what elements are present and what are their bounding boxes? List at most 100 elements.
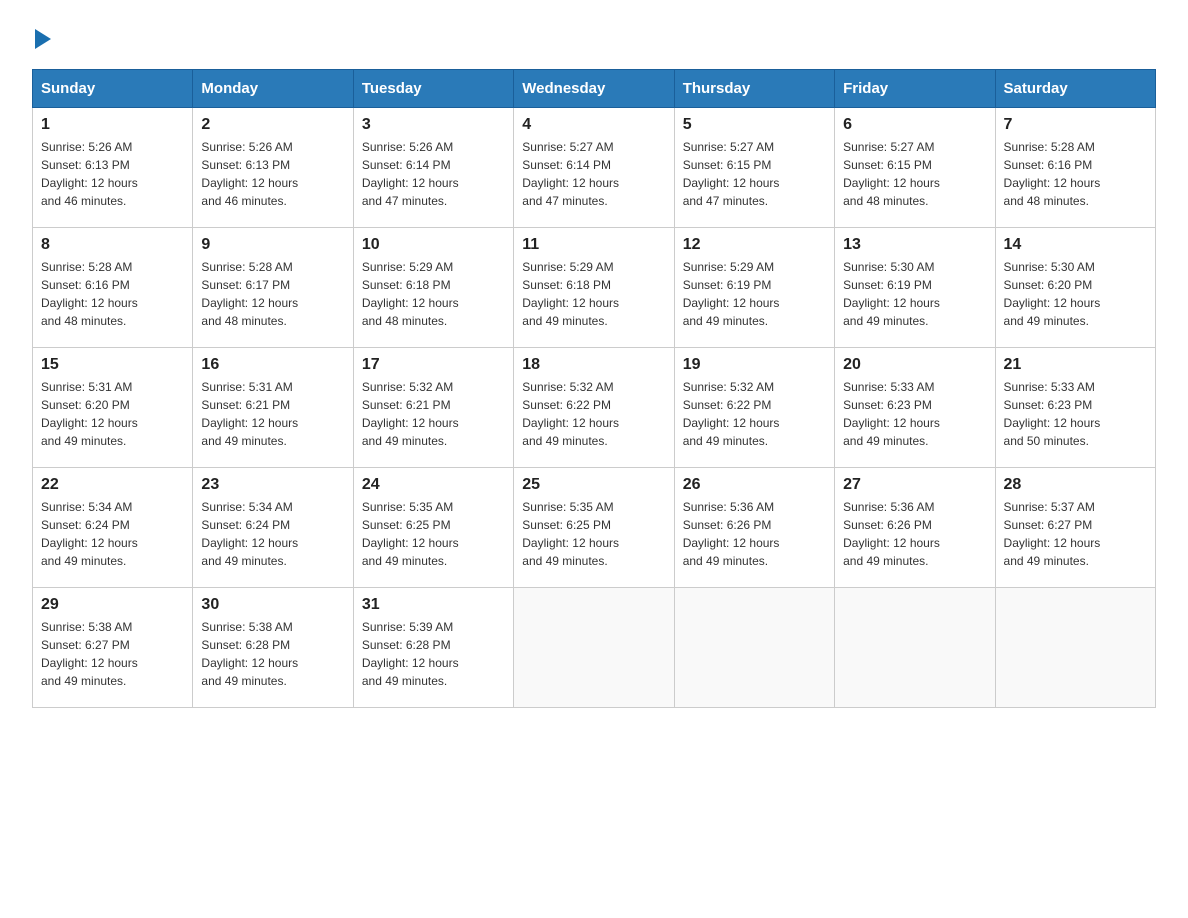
- calendar-cell: 2 Sunrise: 5:26 AMSunset: 6:13 PMDayligh…: [193, 108, 353, 228]
- calendar-week-row: 22 Sunrise: 5:34 AMSunset: 6:24 PMDaylig…: [33, 468, 1156, 588]
- calendar-cell: 20 Sunrise: 5:33 AMSunset: 6:23 PMDaylig…: [835, 348, 995, 468]
- day-number: 31: [362, 596, 505, 614]
- calendar-cell: 11 Sunrise: 5:29 AMSunset: 6:18 PMDaylig…: [514, 228, 674, 348]
- day-number: 5: [683, 116, 826, 134]
- day-number: 6: [843, 116, 986, 134]
- logo-arrow-icon: [35, 29, 51, 49]
- day-number: 11: [522, 236, 665, 254]
- day-info: Sunrise: 5:27 AMSunset: 6:14 PMDaylight:…: [522, 140, 619, 208]
- day-info: Sunrise: 5:39 AMSunset: 6:28 PMDaylight:…: [362, 620, 459, 688]
- calendar-week-row: 29 Sunrise: 5:38 AMSunset: 6:27 PMDaylig…: [33, 588, 1156, 708]
- day-number: 30: [201, 596, 344, 614]
- calendar-cell: 14 Sunrise: 5:30 AMSunset: 6:20 PMDaylig…: [995, 228, 1155, 348]
- day-number: 3: [362, 116, 505, 134]
- calendar-cell: 18 Sunrise: 5:32 AMSunset: 6:22 PMDaylig…: [514, 348, 674, 468]
- day-info: Sunrise: 5:35 AMSunset: 6:25 PMDaylight:…: [522, 500, 619, 568]
- calendar-header-sunday: Sunday: [33, 70, 193, 108]
- calendar-cell: 4 Sunrise: 5:27 AMSunset: 6:14 PMDayligh…: [514, 108, 674, 228]
- calendar-cell: 1 Sunrise: 5:26 AMSunset: 6:13 PMDayligh…: [33, 108, 193, 228]
- calendar-cell: 23 Sunrise: 5:34 AMSunset: 6:24 PMDaylig…: [193, 468, 353, 588]
- day-info: Sunrise: 5:28 AMSunset: 6:16 PMDaylight:…: [41, 260, 138, 328]
- calendar-cell: 5 Sunrise: 5:27 AMSunset: 6:15 PMDayligh…: [674, 108, 834, 228]
- day-info: Sunrise: 5:27 AMSunset: 6:15 PMDaylight:…: [683, 140, 780, 208]
- day-info: Sunrise: 5:36 AMSunset: 6:26 PMDaylight:…: [683, 500, 780, 568]
- day-info: Sunrise: 5:38 AMSunset: 6:28 PMDaylight:…: [201, 620, 298, 688]
- day-info: Sunrise: 5:29 AMSunset: 6:18 PMDaylight:…: [522, 260, 619, 328]
- day-number: 8: [41, 236, 184, 254]
- calendar-cell: 8 Sunrise: 5:28 AMSunset: 6:16 PMDayligh…: [33, 228, 193, 348]
- calendar-header-thursday: Thursday: [674, 70, 834, 108]
- day-number: 24: [362, 476, 505, 494]
- calendar-cell: 29 Sunrise: 5:38 AMSunset: 6:27 PMDaylig…: [33, 588, 193, 708]
- day-number: 18: [522, 356, 665, 374]
- day-number: 27: [843, 476, 986, 494]
- logo: [32, 24, 51, 49]
- day-info: Sunrise: 5:32 AMSunset: 6:22 PMDaylight:…: [522, 380, 619, 448]
- calendar-header-row: SundayMondayTuesdayWednesdayThursdayFrid…: [33, 70, 1156, 108]
- calendar-cell: 25 Sunrise: 5:35 AMSunset: 6:25 PMDaylig…: [514, 468, 674, 588]
- day-info: Sunrise: 5:33 AMSunset: 6:23 PMDaylight:…: [843, 380, 940, 448]
- day-number: 28: [1004, 476, 1147, 494]
- day-info: Sunrise: 5:34 AMSunset: 6:24 PMDaylight:…: [41, 500, 138, 568]
- day-number: 7: [1004, 116, 1147, 134]
- day-info: Sunrise: 5:34 AMSunset: 6:24 PMDaylight:…: [201, 500, 298, 568]
- calendar-cell: 17 Sunrise: 5:32 AMSunset: 6:21 PMDaylig…: [353, 348, 513, 468]
- day-info: Sunrise: 5:32 AMSunset: 6:22 PMDaylight:…: [683, 380, 780, 448]
- calendar-cell: 27 Sunrise: 5:36 AMSunset: 6:26 PMDaylig…: [835, 468, 995, 588]
- day-number: 29: [41, 596, 184, 614]
- calendar-cell: 31 Sunrise: 5:39 AMSunset: 6:28 PMDaylig…: [353, 588, 513, 708]
- calendar-cell: 10 Sunrise: 5:29 AMSunset: 6:18 PMDaylig…: [353, 228, 513, 348]
- day-info: Sunrise: 5:32 AMSunset: 6:21 PMDaylight:…: [362, 380, 459, 448]
- calendar-table: SundayMondayTuesdayWednesdayThursdayFrid…: [32, 69, 1156, 708]
- calendar-cell: 7 Sunrise: 5:28 AMSunset: 6:16 PMDayligh…: [995, 108, 1155, 228]
- calendar-cell: 22 Sunrise: 5:34 AMSunset: 6:24 PMDaylig…: [33, 468, 193, 588]
- day-number: 22: [41, 476, 184, 494]
- calendar-cell: 3 Sunrise: 5:26 AMSunset: 6:14 PMDayligh…: [353, 108, 513, 228]
- page-header: [32, 24, 1156, 49]
- day-number: 20: [843, 356, 986, 374]
- calendar-cell: 12 Sunrise: 5:29 AMSunset: 6:19 PMDaylig…: [674, 228, 834, 348]
- day-number: 19: [683, 356, 826, 374]
- day-info: Sunrise: 5:36 AMSunset: 6:26 PMDaylight:…: [843, 500, 940, 568]
- day-number: 2: [201, 116, 344, 134]
- calendar-header-saturday: Saturday: [995, 70, 1155, 108]
- calendar-cell: [995, 588, 1155, 708]
- calendar-cell: [835, 588, 995, 708]
- calendar-cell: 28 Sunrise: 5:37 AMSunset: 6:27 PMDaylig…: [995, 468, 1155, 588]
- calendar-cell: 26 Sunrise: 5:36 AMSunset: 6:26 PMDaylig…: [674, 468, 834, 588]
- calendar-week-row: 8 Sunrise: 5:28 AMSunset: 6:16 PMDayligh…: [33, 228, 1156, 348]
- day-number: 15: [41, 356, 184, 374]
- day-info: Sunrise: 5:35 AMSunset: 6:25 PMDaylight:…: [362, 500, 459, 568]
- calendar-header-friday: Friday: [835, 70, 995, 108]
- calendar-header-tuesday: Tuesday: [353, 70, 513, 108]
- calendar-cell: 9 Sunrise: 5:28 AMSunset: 6:17 PMDayligh…: [193, 228, 353, 348]
- day-info: Sunrise: 5:33 AMSunset: 6:23 PMDaylight:…: [1004, 380, 1101, 448]
- day-info: Sunrise: 5:26 AMSunset: 6:14 PMDaylight:…: [362, 140, 459, 208]
- day-number: 21: [1004, 356, 1147, 374]
- calendar-header-wednesday: Wednesday: [514, 70, 674, 108]
- day-number: 14: [1004, 236, 1147, 254]
- calendar-cell: [674, 588, 834, 708]
- calendar-cell: 19 Sunrise: 5:32 AMSunset: 6:22 PMDaylig…: [674, 348, 834, 468]
- calendar-cell: 6 Sunrise: 5:27 AMSunset: 6:15 PMDayligh…: [835, 108, 995, 228]
- day-number: 9: [201, 236, 344, 254]
- calendar-week-row: 15 Sunrise: 5:31 AMSunset: 6:20 PMDaylig…: [33, 348, 1156, 468]
- calendar-cell: 15 Sunrise: 5:31 AMSunset: 6:20 PMDaylig…: [33, 348, 193, 468]
- day-number: 13: [843, 236, 986, 254]
- day-info: Sunrise: 5:38 AMSunset: 6:27 PMDaylight:…: [41, 620, 138, 688]
- day-number: 26: [683, 476, 826, 494]
- day-info: Sunrise: 5:26 AMSunset: 6:13 PMDaylight:…: [201, 140, 298, 208]
- day-number: 25: [522, 476, 665, 494]
- day-info: Sunrise: 5:37 AMSunset: 6:27 PMDaylight:…: [1004, 500, 1101, 568]
- day-number: 12: [683, 236, 826, 254]
- day-number: 4: [522, 116, 665, 134]
- calendar-cell: 24 Sunrise: 5:35 AMSunset: 6:25 PMDaylig…: [353, 468, 513, 588]
- day-info: Sunrise: 5:31 AMSunset: 6:20 PMDaylight:…: [41, 380, 138, 448]
- calendar-week-row: 1 Sunrise: 5:26 AMSunset: 6:13 PMDayligh…: [33, 108, 1156, 228]
- day-info: Sunrise: 5:28 AMSunset: 6:17 PMDaylight:…: [201, 260, 298, 328]
- calendar-cell: 30 Sunrise: 5:38 AMSunset: 6:28 PMDaylig…: [193, 588, 353, 708]
- day-info: Sunrise: 5:31 AMSunset: 6:21 PMDaylight:…: [201, 380, 298, 448]
- calendar-cell: 13 Sunrise: 5:30 AMSunset: 6:19 PMDaylig…: [835, 228, 995, 348]
- calendar-cell: [514, 588, 674, 708]
- day-info: Sunrise: 5:29 AMSunset: 6:19 PMDaylight:…: [683, 260, 780, 328]
